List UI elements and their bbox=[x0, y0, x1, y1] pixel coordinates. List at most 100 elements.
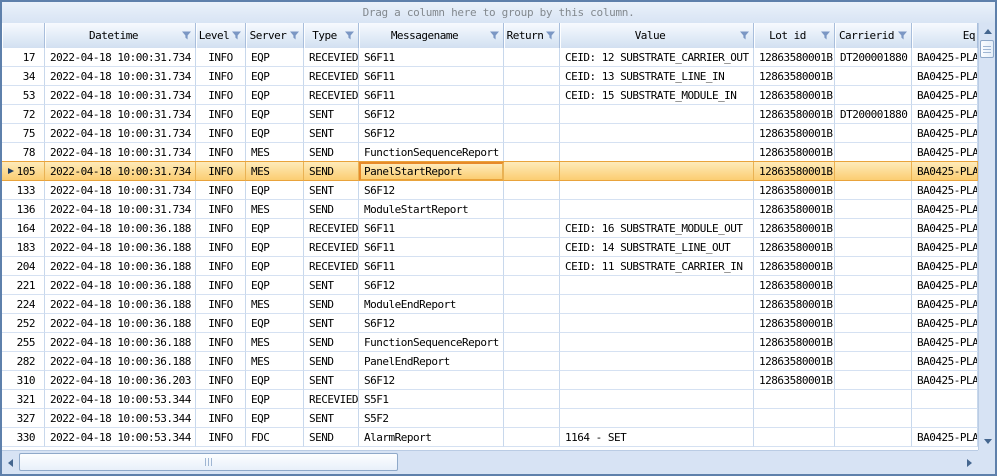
cell-return[interactable] bbox=[504, 124, 560, 143]
cell-eqpid[interactable]: BA0425-PLA bbox=[912, 162, 978, 181]
cell-return[interactable] bbox=[504, 86, 560, 105]
cell-carrierid[interactable] bbox=[835, 67, 912, 86]
cell-type[interactable]: RECEVIED bbox=[304, 48, 359, 67]
cell-messagename[interactable]: PanelEndReport bbox=[359, 352, 504, 371]
cell-value[interactable] bbox=[560, 314, 754, 333]
table-row[interactable]: 1832022-04-18 10:00:36.188INFOEQPRECEVIE… bbox=[2, 238, 978, 257]
cell-value[interactable] bbox=[560, 276, 754, 295]
cell-datetime[interactable]: 2022-04-18 10:00:53.344 bbox=[45, 390, 196, 409]
table-row[interactable]: 722022-04-18 10:00:31.734INFOEQPSENTS6F1… bbox=[2, 105, 978, 124]
cell-level[interactable]: INFO bbox=[196, 200, 246, 219]
cell-messagename[interactable]: S6F11 bbox=[359, 219, 504, 238]
cell-datetime[interactable]: 2022-04-18 10:00:53.344 bbox=[45, 409, 196, 428]
cell-carrierid[interactable] bbox=[835, 276, 912, 295]
cell-level[interactable]: INFO bbox=[196, 333, 246, 352]
cell-carrierid[interactable] bbox=[835, 295, 912, 314]
cell-type[interactable]: SEND bbox=[304, 333, 359, 352]
cell-datetime[interactable]: 2022-04-18 10:00:31.734 bbox=[45, 143, 196, 162]
cell-server[interactable]: EQP bbox=[246, 276, 304, 295]
table-row[interactable]: 342022-04-18 10:00:31.734INFOEQPRECEVIED… bbox=[2, 67, 978, 86]
table-row[interactable]: 752022-04-18 10:00:31.734INFOEQPSENTS6F1… bbox=[2, 124, 978, 143]
cell-eqpid[interactable]: BA0425-PLA bbox=[912, 371, 978, 390]
column-header-level[interactable]: Level bbox=[196, 23, 246, 48]
cell-eqpid[interactable]: BA0425-PLA bbox=[912, 124, 978, 143]
cell-return[interactable] bbox=[504, 48, 560, 67]
cell-eqpid[interactable]: BA0425-PLA bbox=[912, 143, 978, 162]
cell-id[interactable]: 183 bbox=[2, 238, 45, 257]
cell-lotid[interactable]: 12863580001B bbox=[754, 257, 835, 276]
cell-level[interactable]: INFO bbox=[196, 162, 246, 181]
column-header-value[interactable]: Value bbox=[560, 23, 754, 48]
cell-carrierid[interactable] bbox=[835, 333, 912, 352]
cell-datetime[interactable]: 2022-04-18 10:00:36.188 bbox=[45, 276, 196, 295]
cell-lotid[interactable]: 12863580001B bbox=[754, 124, 835, 143]
cell-type[interactable]: RECEVIED bbox=[304, 219, 359, 238]
cell-value[interactable] bbox=[560, 371, 754, 390]
cell-datetime[interactable]: 2022-04-18 10:00:36.188 bbox=[45, 257, 196, 276]
cell-eqpid[interactable]: BA0425-PLA bbox=[912, 238, 978, 257]
cell-server[interactable]: MES bbox=[246, 333, 304, 352]
cell-carrierid[interactable] bbox=[835, 86, 912, 105]
cell-level[interactable]: INFO bbox=[196, 371, 246, 390]
column-header-return[interactable]: Return bbox=[504, 23, 560, 48]
horizontal-scrollbar-thumb[interactable] bbox=[19, 453, 398, 471]
cell-carrierid[interactable] bbox=[835, 352, 912, 371]
cell-server[interactable]: EQP bbox=[246, 219, 304, 238]
cell-return[interactable] bbox=[504, 314, 560, 333]
filter-funnel-icon[interactable] bbox=[545, 30, 556, 41]
cell-level[interactable]: INFO bbox=[196, 295, 246, 314]
cell-type[interactable]: RECEVIED bbox=[304, 257, 359, 276]
cell-datetime[interactable]: 2022-04-18 10:00:36.188 bbox=[45, 314, 196, 333]
cell-lotid[interactable]: 12863580001B bbox=[754, 333, 835, 352]
cell-messagename[interactable]: S6F12 bbox=[359, 124, 504, 143]
cell-value[interactable] bbox=[560, 333, 754, 352]
cell-messagename[interactable]: S6F12 bbox=[359, 371, 504, 390]
cell-datetime[interactable]: 2022-04-18 10:00:53.344 bbox=[45, 428, 196, 447]
cell-carrierid[interactable] bbox=[835, 200, 912, 219]
column-header-eqpid[interactable]: Eq bbox=[912, 23, 978, 48]
cell-server[interactable]: EQP bbox=[246, 314, 304, 333]
cell-messagename[interactable]: S6F12 bbox=[359, 314, 504, 333]
cell-carrierid[interactable] bbox=[835, 162, 912, 181]
cell-return[interactable] bbox=[504, 333, 560, 352]
cell-value[interactable]: 1164 - SET bbox=[560, 428, 754, 447]
table-row[interactable]: 2552022-04-18 10:00:36.188INFOMESSENDFun… bbox=[2, 333, 978, 352]
cell-value[interactable] bbox=[560, 409, 754, 428]
cell-eqpid[interactable]: BA0425-PLA bbox=[912, 105, 978, 124]
cell-carrierid[interactable]: DT200001880 bbox=[835, 48, 912, 67]
cell-id[interactable]: 255 bbox=[2, 333, 45, 352]
table-row[interactable]: 3102022-04-18 10:00:36.203INFOEQPSENTS6F… bbox=[2, 371, 978, 390]
cell-type[interactable]: RECEVIED bbox=[304, 238, 359, 257]
cell-value[interactable] bbox=[560, 390, 754, 409]
cell-messagename[interactable]: ModuleStartReport bbox=[359, 200, 504, 219]
cell-datetime[interactable]: 2022-04-18 10:00:36.203 bbox=[45, 371, 196, 390]
scroll-down-button[interactable] bbox=[979, 433, 996, 450]
filter-funnel-icon[interactable] bbox=[289, 30, 300, 41]
table-row-selected[interactable]: 1052022-04-18 10:00:31.734INFOMESSENDPan… bbox=[2, 162, 978, 181]
cell-datetime[interactable]: 2022-04-18 10:00:36.188 bbox=[45, 238, 196, 257]
cell-messagename[interactable]: FunctionSequenceReport bbox=[359, 143, 504, 162]
cell-carrierid[interactable] bbox=[835, 143, 912, 162]
cell-datetime[interactable]: 2022-04-18 10:00:31.734 bbox=[45, 105, 196, 124]
filter-funnel-icon[interactable] bbox=[181, 30, 192, 41]
table-row[interactable]: 2042022-04-18 10:00:36.188INFOEQPRECEVIE… bbox=[2, 257, 978, 276]
cell-type[interactable]: SEND bbox=[304, 162, 359, 181]
cell-level[interactable]: INFO bbox=[196, 238, 246, 257]
cell-eqpid[interactable] bbox=[912, 390, 978, 409]
cell-server[interactable]: MES bbox=[246, 200, 304, 219]
vertical-scrollbar-thumb[interactable] bbox=[980, 40, 994, 58]
cell-lotid[interactable]: 12863580001B bbox=[754, 314, 835, 333]
cell-lotid[interactable] bbox=[754, 428, 835, 447]
column-header-lotid[interactable]: Lot id bbox=[754, 23, 835, 48]
cell-datetime[interactable]: 2022-04-18 10:00:31.734 bbox=[45, 162, 196, 181]
cell-id[interactable]: 72 bbox=[2, 105, 45, 124]
cell-id[interactable]: 310 bbox=[2, 371, 45, 390]
cell-datetime[interactable]: 2022-04-18 10:00:31.734 bbox=[45, 200, 196, 219]
table-row[interactable]: 2522022-04-18 10:00:36.188INFOEQPSENTS6F… bbox=[2, 314, 978, 333]
cell-eqpid[interactable]: BA0425-PLA bbox=[912, 219, 978, 238]
cell-return[interactable] bbox=[504, 409, 560, 428]
cell-datetime[interactable]: 2022-04-18 10:00:31.734 bbox=[45, 124, 196, 143]
cell-eqpid[interactable] bbox=[912, 409, 978, 428]
scroll-left-button[interactable] bbox=[2, 454, 19, 471]
cell-server[interactable]: MES bbox=[246, 143, 304, 162]
